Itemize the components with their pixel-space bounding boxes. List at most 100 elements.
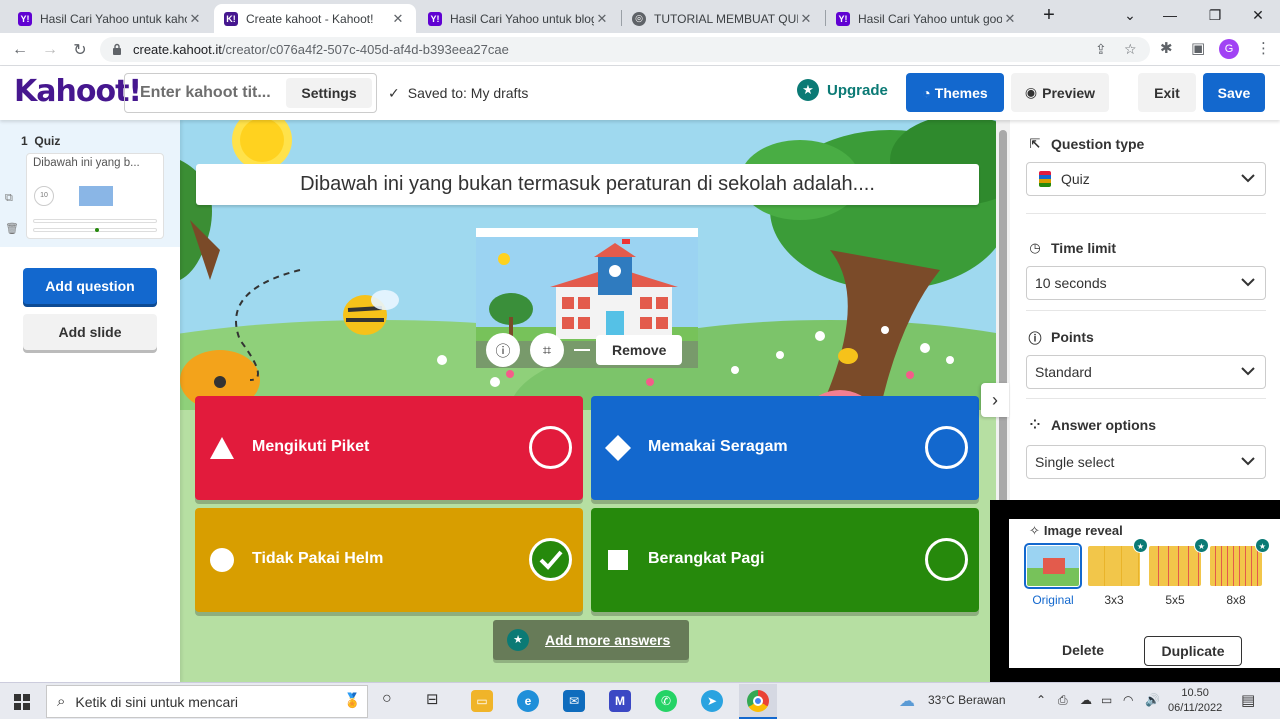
bookmark-star-icon[interactable]: ☆ bbox=[1124, 41, 1137, 58]
reload-icon[interactable]: ↻ bbox=[69, 39, 91, 61]
remove-image-button[interactable]: Remove bbox=[596, 335, 683, 365]
exit-button[interactable]: Exit bbox=[1138, 73, 1196, 112]
preview-button[interactable]: ◉ Preview bbox=[1011, 73, 1109, 112]
duplicate-icon[interactable]: ⧉ bbox=[5, 192, 13, 205]
save-status: ✓ Saved to: My drafts bbox=[388, 85, 528, 102]
taskbar-clock[interactable]: 10.50 06/11/2022 bbox=[1168, 686, 1222, 716]
time-limit-select[interactable]: 10 seconds bbox=[1026, 266, 1266, 300]
widgets-icon[interactable]: ⊟ bbox=[426, 690, 439, 708]
close-icon[interactable]: ✕ bbox=[187, 11, 203, 27]
meet-icon[interactable]: ⎙ bbox=[1058, 693, 1068, 708]
correct-toggle-checked[interactable] bbox=[529, 538, 572, 581]
kahoot-logo[interactable]: Kahoot! bbox=[14, 74, 142, 109]
info-icon[interactable]: ⓘ bbox=[486, 333, 520, 367]
answer-options-value: Single select bbox=[1035, 454, 1115, 470]
reveal-option-original[interactable]: Original bbox=[1024, 543, 1082, 607]
question-title-input[interactable]: Dibawah ini yang bukan termasuk peratura… bbox=[196, 164, 979, 205]
question-type-value: Quiz bbox=[1061, 171, 1090, 187]
slide-thumbnail[interactable]: Dibawah ini yang b... 10 bbox=[26, 153, 164, 239]
checkmark-icon bbox=[539, 550, 563, 570]
points-select[interactable]: Standard bbox=[1026, 355, 1266, 389]
correct-toggle[interactable] bbox=[925, 426, 968, 469]
back-icon[interactable]: ← bbox=[9, 39, 31, 61]
add-more-answers-button[interactable]: ★ Add more answers bbox=[493, 620, 689, 660]
chevron-down-icon bbox=[1241, 174, 1255, 183]
save-button[interactable]: Save bbox=[1203, 73, 1265, 112]
new-tab-button[interactable]: + bbox=[1034, 4, 1064, 26]
slide-list-panel: 1 Quiz ⧉ 🗑 Dibawah ini yang b... 10 Add … bbox=[0, 120, 180, 682]
themes-button[interactable]: ◔ Themes bbox=[906, 73, 1004, 112]
profile-avatar[interactable]: G bbox=[1219, 39, 1239, 59]
telegram-icon[interactable]: ➤ bbox=[701, 690, 723, 712]
notification-icon[interactable]: ▤ bbox=[1241, 691, 1255, 709]
delete-button[interactable]: Delete bbox=[1062, 642, 1104, 658]
close-icon[interactable]: ✕ bbox=[594, 11, 610, 27]
slide-label: 1 Quiz bbox=[21, 134, 61, 148]
forward-icon[interactable]: → bbox=[39, 39, 61, 61]
taskbar-active-app[interactable] bbox=[739, 684, 777, 719]
minimize-button[interactable]: — bbox=[1155, 4, 1185, 26]
clock-time: 10.50 bbox=[1181, 687, 1209, 699]
windows-start-icon[interactable] bbox=[14, 694, 30, 710]
add-slide-button[interactable]: Add slide bbox=[23, 314, 157, 350]
divider bbox=[1026, 213, 1266, 214]
chevron-right-icon[interactable]: › bbox=[981, 383, 1009, 417]
answer-options-select[interactable]: Single select bbox=[1026, 445, 1266, 479]
duplicate-button[interactable]: Duplicate bbox=[1144, 636, 1242, 666]
reveal-option-5x5[interactable]: ★ 5x5 bbox=[1147, 538, 1209, 607]
menu-kebab-icon[interactable]: ⋮ bbox=[1256, 39, 1271, 57]
answer-options-icon: ⁘ bbox=[1029, 417, 1041, 432]
close-icon[interactable]: ✕ bbox=[798, 11, 814, 27]
browser-tab[interactable]: ◎ TUTORIAL MEMBUAT QUIS C ✕ bbox=[622, 4, 824, 33]
cloud-sync-icon[interactable]: ☁ bbox=[1080, 693, 1092, 707]
wifi-icon[interactable]: ◠ bbox=[1123, 693, 1133, 707]
app-icon[interactable]: M bbox=[609, 690, 631, 712]
browser-tab[interactable]: Y! Hasil Cari Yahoo untuk goog ✕ bbox=[826, 4, 1028, 33]
reveal-option-8x8[interactable]: ★ 8x8 bbox=[1208, 538, 1270, 607]
weather-text[interactable]: 33°C Berawan bbox=[928, 693, 1006, 707]
extensions-icon[interactable]: ✱ bbox=[1160, 39, 1173, 57]
address-bar[interactable]: create.kahoot.it/creator/c076a4f2-507c-4… bbox=[100, 37, 1150, 62]
close-icon[interactable]: ✕ bbox=[390, 11, 406, 27]
reveal-option-3x3[interactable]: ★ 3x3 bbox=[1086, 538, 1148, 607]
taskbar-search-input[interactable]: ⌕ Ketik di sini untuk mencari 🏅 bbox=[46, 685, 368, 718]
question-type-icon: ⇱ bbox=[1029, 136, 1041, 151]
browser-tab[interactable]: Y! Hasil Cari Yahoo untuk blog ✕ bbox=[418, 4, 620, 33]
slide-item[interactable]: 1 Quiz ⧉ 🗑 Dibawah ini yang b... 10 bbox=[0, 120, 180, 247]
scrollbar-thumb[interactable] bbox=[999, 130, 1007, 540]
task-view-icon[interactable]: ○ bbox=[382, 690, 392, 708]
window-close-button[interactable]: ✕ bbox=[1243, 4, 1273, 26]
edge-icon[interactable]: e bbox=[517, 690, 539, 712]
question-type-select[interactable]: Quiz bbox=[1026, 162, 1266, 196]
whatsapp-icon[interactable]: ✆ bbox=[655, 690, 677, 712]
mail-icon[interactable]: ✉ bbox=[563, 690, 585, 712]
chevron-up-icon[interactable]: ⌃ bbox=[1036, 693, 1046, 707]
share-icon[interactable]: ⇪ bbox=[1095, 41, 1107, 58]
side-panel-icon[interactable]: ▣ bbox=[1191, 39, 1205, 57]
points-icon: ⓘ bbox=[1028, 330, 1042, 346]
browser-tab[interactable]: Y! Hasil Cari Yahoo untuk kaho ✕ bbox=[8, 4, 213, 33]
answer-option-1[interactable]: Mengikuti Piket bbox=[195, 396, 583, 500]
settings-button[interactable]: Settings bbox=[286, 78, 372, 108]
close-icon[interactable]: ✕ bbox=[1002, 11, 1018, 27]
slide-thumbnail-timer: 10 bbox=[34, 186, 54, 206]
correct-toggle[interactable] bbox=[529, 426, 572, 469]
tab-title: Create kahoot - Kahoot! bbox=[246, 11, 374, 26]
answer-option-3[interactable]: Tidak Pakai Helm bbox=[195, 508, 583, 612]
tab-search-icon[interactable]: ⌄ bbox=[1115, 4, 1145, 26]
add-question-button[interactable]: Add question bbox=[23, 268, 157, 304]
answer-option-4[interactable]: Berangkat Pagi bbox=[591, 508, 979, 612]
browser-tab-active[interactable]: K! Create kahoot - Kahoot! ✕ bbox=[214, 4, 416, 33]
volume-icon[interactable]: 🔊 bbox=[1145, 693, 1160, 707]
crop-icon[interactable]: ⌗ bbox=[530, 333, 564, 367]
upgrade-button[interactable]: ★ Upgrade bbox=[797, 79, 888, 101]
correct-toggle[interactable] bbox=[925, 538, 968, 581]
trash-icon[interactable]: 🗑 bbox=[5, 222, 19, 235]
kahoot-title-field[interactable]: Enter kahoot tit... Settings bbox=[124, 73, 377, 113]
file-explorer-icon[interactable]: ▭ bbox=[471, 690, 493, 712]
restore-button[interactable]: ❐ bbox=[1200, 4, 1230, 26]
answer-option-2[interactable]: Memakai Seragam bbox=[591, 396, 979, 500]
quiz-icon: Quiz bbox=[1039, 171, 1090, 187]
premium-star-icon: ★ bbox=[1133, 538, 1148, 553]
battery-icon[interactable]: ▭ bbox=[1101, 693, 1112, 707]
